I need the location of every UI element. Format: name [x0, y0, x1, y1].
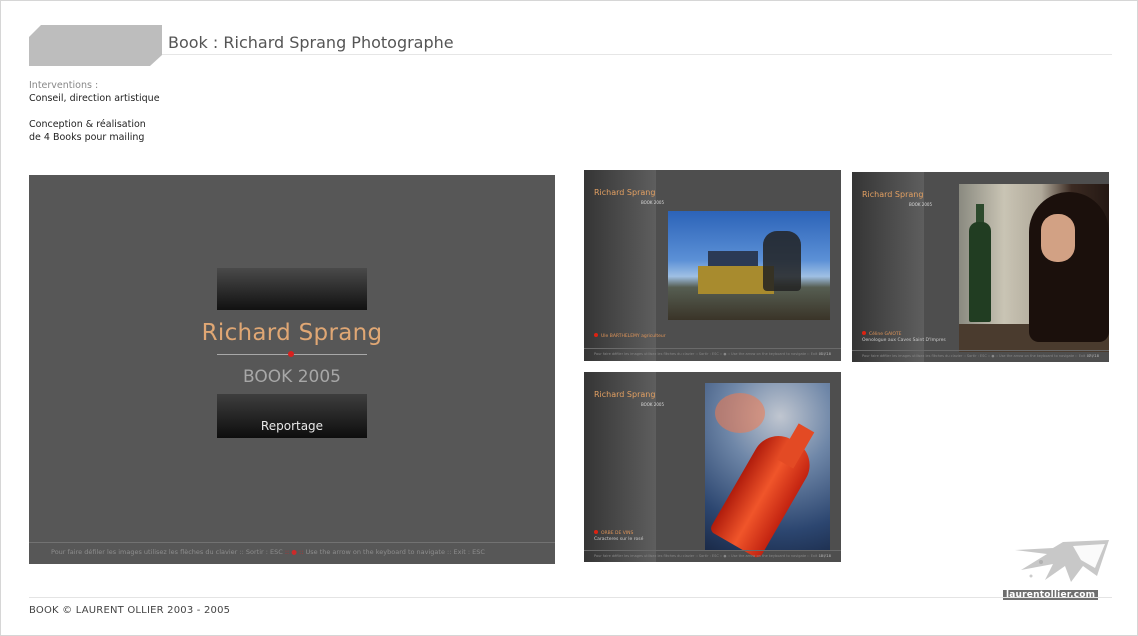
preview-book-title: BOOK 2005 — [243, 367, 341, 387]
thumb-caption: Céline GAIOTE Oenologue aux Caves Saint … — [862, 331, 946, 344]
thumb-page-number: 10 / 18 — [818, 554, 831, 558]
thumb-name: Richard Sprang — [594, 188, 656, 197]
footer-text-fr: Pour faire défiler les images utilisez l… — [51, 548, 283, 556]
thumb-footer: Pour faire défiler les images utilisez l… — [594, 554, 828, 558]
thumb-subtitle: BOOK 2005 — [908, 202, 932, 207]
farmer-photo — [668, 211, 830, 320]
preview-photographer-name: Richard Sprang — [201, 320, 383, 346]
caption-title: ORBE DE VINS — [601, 531, 634, 536]
thumb-name: Richard Sprang — [594, 390, 656, 399]
interventions-label: Interventions : — [29, 80, 99, 91]
reportage-button[interactable]: Reportage — [217, 394, 367, 438]
thumbnail-reportage-3[interactable]: Richard Sprang BOOK 2005 ORBE DE VINS Ca… — [584, 372, 841, 562]
info-line-3: de 4 Books pour mailing — [29, 132, 145, 143]
header-tab-shape — [29, 25, 162, 66]
thumbnail-reportage-2[interactable]: Richard Sprang BOOK 2005 Céline GAIOTE O… — [852, 172, 1109, 362]
footer-text-en: Use the arrow on the keyboard to navigat… — [305, 548, 485, 556]
thumbnail-reportage-1[interactable]: Richard Sprang BOOK 2005 Ule BARTHELEMY … — [584, 170, 841, 361]
main-book-preview: Richard Sprang BOOK 2005 Reportage Pour … — [29, 175, 555, 564]
thumb-subtitle: BOOK 2005 — [640, 402, 664, 407]
preview-footer-divider — [29, 542, 555, 543]
page-title: Book : Richard Sprang Photographe — [168, 33, 454, 52]
footer-divider — [29, 597, 1112, 598]
thumb-footer: Pour faire défiler les images utilisez l… — [862, 354, 1096, 358]
preview-footer-text: Pour faire défiler les images utilisez l… — [51, 548, 485, 556]
logo-text: laurentollier.com — [1003, 590, 1099, 600]
thumb-caption: Ule BARTHELEMY agriculteur — [594, 333, 666, 340]
title-divider — [162, 54, 1112, 55]
laurent-ollier-logo[interactable]: laurentollier.com — [1001, 536, 1111, 602]
red-dot-icon — [288, 351, 294, 357]
caption-text: Oenologue aux Caves Saint D'Impres — [862, 338, 946, 343]
info-line-1: Conseil, direction artistique — [29, 93, 160, 104]
caption-title: Ule BARTHELEMY agriculteur — [601, 334, 666, 339]
oenologue-photo — [959, 184, 1109, 352]
info-line-2: Conception & réalisation — [29, 119, 146, 130]
thumb-page-number: 07 / 18 — [1086, 354, 1099, 358]
thumb-caption: ORBE DE VINS Caracteres sur le rosé — [594, 530, 643, 543]
project-info: Interventions : Conseil, direction artis… — [29, 79, 160, 144]
rose-wine-photo — [705, 383, 830, 560]
splash-logo-icon — [1015, 540, 1109, 582]
caption-title: Céline GAIOTE — [869, 332, 902, 337]
caption-text: Caracteres sur le rosé — [594, 537, 644, 542]
thumb-page-number: 01 / 18 — [818, 352, 831, 356]
preview-top-block — [217, 268, 367, 310]
thumb-name: Richard Sprang — [862, 190, 924, 199]
footer-separator: :: ● :: — [282, 548, 306, 556]
thumb-subtitle: BOOK 2005 — [640, 200, 664, 205]
thumb-footer: Pour faire défiler les images utilisez l… — [594, 352, 828, 356]
footer-copyright: BOOK © LAURENT OLLIER 2003 - 2005 — [29, 605, 231, 616]
